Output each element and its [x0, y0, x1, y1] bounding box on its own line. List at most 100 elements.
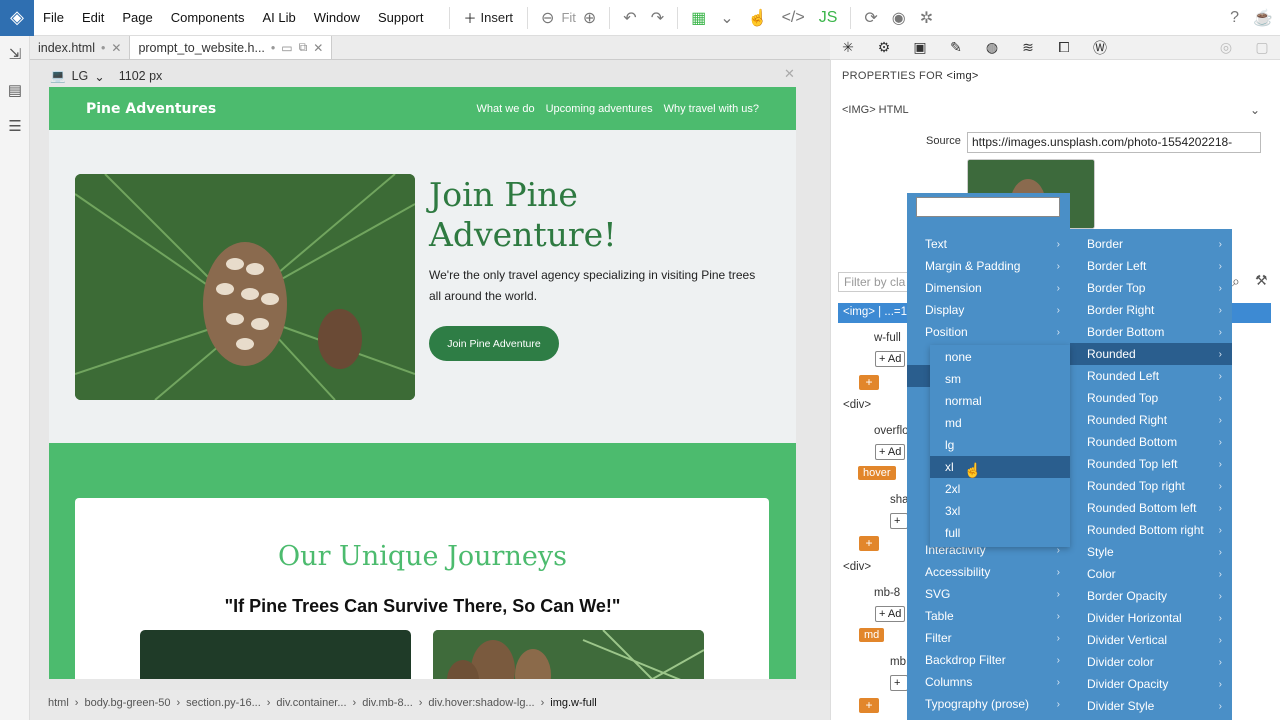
- fit-button[interactable]: Fit: [561, 10, 575, 25]
- add-class-button[interactable]: +: [890, 513, 908, 529]
- menu-svg[interactable]: SVG ›: [907, 583, 1070, 605]
- class-w-full[interactable]: w-full: [874, 332, 901, 344]
- add-class-button[interactable]: + Ad: [875, 444, 906, 460]
- chevron-down-icon[interactable]: ⌄: [720, 8, 733, 28]
- hand-icon[interactable]: ☝: [748, 8, 768, 28]
- code-icon[interactable]: </>: [782, 9, 805, 27]
- menu-divider-style[interactable]: Divider Style ›: [1070, 695, 1232, 717]
- menu-backdrop-filter[interactable]: Backdrop Filter ›: [907, 649, 1070, 671]
- journey-image-2[interactable]: [433, 630, 704, 679]
- laptop-icon[interactable]: 💻: [50, 69, 66, 84]
- add-state-button[interactable]: +: [859, 536, 879, 551]
- zoom-in-icon[interactable]: ⊕: [583, 8, 596, 28]
- layers-icon[interactable]: ☰: [0, 108, 30, 144]
- option-normal[interactable]: normal: [930, 390, 1070, 412]
- menu-table[interactable]: Table ›: [907, 605, 1070, 627]
- redo-icon[interactable]: ↷: [651, 8, 664, 28]
- split-icon[interactable]: ⧉: [299, 40, 308, 55]
- js-icon[interactable]: JS: [819, 9, 838, 27]
- tree-div[interactable]: <div>: [843, 399, 871, 411]
- menu-accessibility[interactable]: Accessibility ›: [907, 561, 1070, 583]
- chevron-down-icon[interactable]: ⌄: [1250, 103, 1260, 117]
- menu-position[interactable]: Position ›: [907, 321, 1070, 343]
- menu-color[interactable]: Color ›: [1070, 563, 1232, 585]
- insert-button[interactable]: ＋ Insert: [456, 8, 522, 27]
- menu-margin-padding[interactable]: Margin & Padding ›: [907, 255, 1070, 277]
- breadcrumb-item[interactable]: section.py-16...: [186, 697, 261, 709]
- menu-display[interactable]: Display ›: [907, 299, 1070, 321]
- menu-rounded-bottom-right[interactable]: Rounded Bottom right ›: [1070, 519, 1232, 541]
- menu-rounded-top[interactable]: Rounded Top ›: [1070, 387, 1232, 409]
- menu-border[interactable]: Border ›: [1070, 233, 1232, 255]
- search-icon[interactable]: ⌕: [1232, 273, 1240, 290]
- library-icon[interactable]: ▤: [0, 72, 30, 108]
- menu-rounded-right[interactable]: Rounded Right ›: [1070, 409, 1232, 431]
- help-icon[interactable]: ?: [1230, 9, 1239, 27]
- class-shadow[interactable]: sha: [890, 494, 909, 506]
- menu-hidden-highlight[interactable]: [907, 365, 930, 387]
- menu-border-bottom[interactable]: Border Bottom ›: [1070, 321, 1232, 343]
- menu-page[interactable]: Page: [113, 10, 161, 25]
- chevron-down-icon[interactable]: ⌄: [94, 69, 104, 84]
- menu-border-opacity[interactable]: Border Opacity ›: [1070, 585, 1232, 607]
- menu-support[interactable]: Support: [369, 10, 433, 25]
- menu-search-input[interactable]: [916, 197, 1060, 217]
- close-icon[interactable]: ✕: [313, 41, 323, 55]
- menu-edit[interactable]: Edit: [73, 10, 113, 25]
- add-class-button[interactable]: + Ad: [875, 606, 906, 622]
- menu-columns[interactable]: Columns ›: [907, 671, 1070, 693]
- brush-icon[interactable]: ✎: [938, 39, 974, 56]
- menu-window[interactable]: Window: [305, 10, 369, 25]
- menu-rounded-top-right[interactable]: Rounded Top right ›: [1070, 475, 1232, 497]
- document-icon[interactable]: ▣: [902, 39, 938, 56]
- class-mb-8[interactable]: mb-8: [874, 587, 900, 599]
- palette-icon[interactable]: ◍: [974, 39, 1010, 56]
- nav-link-why-travel[interactable]: Why travel with us?: [664, 103, 759, 115]
- breadcrumb-item-current[interactable]: img.w-full: [550, 697, 596, 709]
- journey-image-1[interactable]: [140, 630, 411, 679]
- menu-dimension[interactable]: Dimension ›: [907, 277, 1070, 299]
- menu-divider-opacity[interactable]: Divider Opacity ›: [1070, 673, 1232, 695]
- nav-link-upcoming[interactable]: Upcoming adventures: [546, 103, 653, 115]
- magic-icon[interactable]: ✳: [830, 39, 866, 56]
- site-brand[interactable]: Pine Adventures: [86, 101, 216, 117]
- sliders-icon[interactable]: ⚙: [866, 39, 902, 56]
- components-icon[interactable]: ⧠: [1046, 39, 1082, 56]
- menu-divider-color[interactable]: Divider color ›: [1070, 651, 1232, 673]
- add-class-button[interactable]: + Ad: [875, 351, 906, 367]
- wordpress-icon[interactable]: Ⓦ: [1082, 38, 1118, 58]
- menu-rounded-bottom-left[interactable]: Rounded Bottom left ›: [1070, 497, 1232, 519]
- tab-index-html[interactable]: index.html • ✕: [30, 36, 131, 59]
- breadcrumb-item[interactable]: html: [48, 697, 69, 709]
- state-md[interactable]: md: [859, 628, 885, 642]
- site-navbar[interactable]: Pine Adventures What we do Upcoming adve…: [49, 87, 796, 130]
- breadcrumb-item[interactable]: body.bg-green-50: [84, 697, 170, 709]
- option-none[interactable]: none: [930, 346, 1070, 368]
- class-mb[interactable]: mb: [890, 656, 906, 668]
- eye-icon[interactable]: ◎: [1208, 39, 1244, 56]
- hero-image[interactable]: [75, 174, 415, 400]
- close-icon[interactable]: ✕: [784, 66, 795, 82]
- expand-icon[interactable]: ▢: [1244, 39, 1280, 56]
- option-full[interactable]: full: [930, 522, 1070, 544]
- add-state-button[interactable]: +: [859, 375, 879, 390]
- add-class-button[interactable]: +: [890, 675, 908, 691]
- tab-prompt-to-website[interactable]: prompt_to_website.h... • ▭ ⧉ ✕: [130, 36, 333, 59]
- menu-divider-vertical[interactable]: Divider Vertical ›: [1070, 629, 1232, 651]
- menu-border-left[interactable]: Border Left ›: [1070, 255, 1232, 277]
- nav-link-what-we-do[interactable]: What we do: [477, 103, 535, 115]
- tree-div[interactable]: <div>: [843, 561, 871, 573]
- refresh-icon[interactable]: ⟳: [864, 8, 877, 28]
- hero-cta-button[interactable]: Join Pine Adventure: [429, 326, 559, 361]
- tools-icon[interactable]: ⚒: [1255, 272, 1268, 289]
- cup-icon[interactable]: ☕: [1253, 8, 1273, 28]
- animation-icon[interactable]: ≋: [1010, 39, 1046, 56]
- class-overflow[interactable]: overflo: [874, 425, 909, 437]
- menu-divider-horizontal[interactable]: Divider Horizontal ›: [1070, 607, 1232, 629]
- menu-file[interactable]: File: [34, 10, 73, 25]
- menu-components[interactable]: Components: [162, 10, 254, 25]
- breadcrumb-item[interactable]: div.mb-8...: [362, 697, 413, 709]
- option-2xl[interactable]: 2xl: [930, 478, 1070, 500]
- menu-ai-lib[interactable]: AI Lib: [253, 10, 304, 25]
- close-icon[interactable]: ✕: [111, 41, 121, 55]
